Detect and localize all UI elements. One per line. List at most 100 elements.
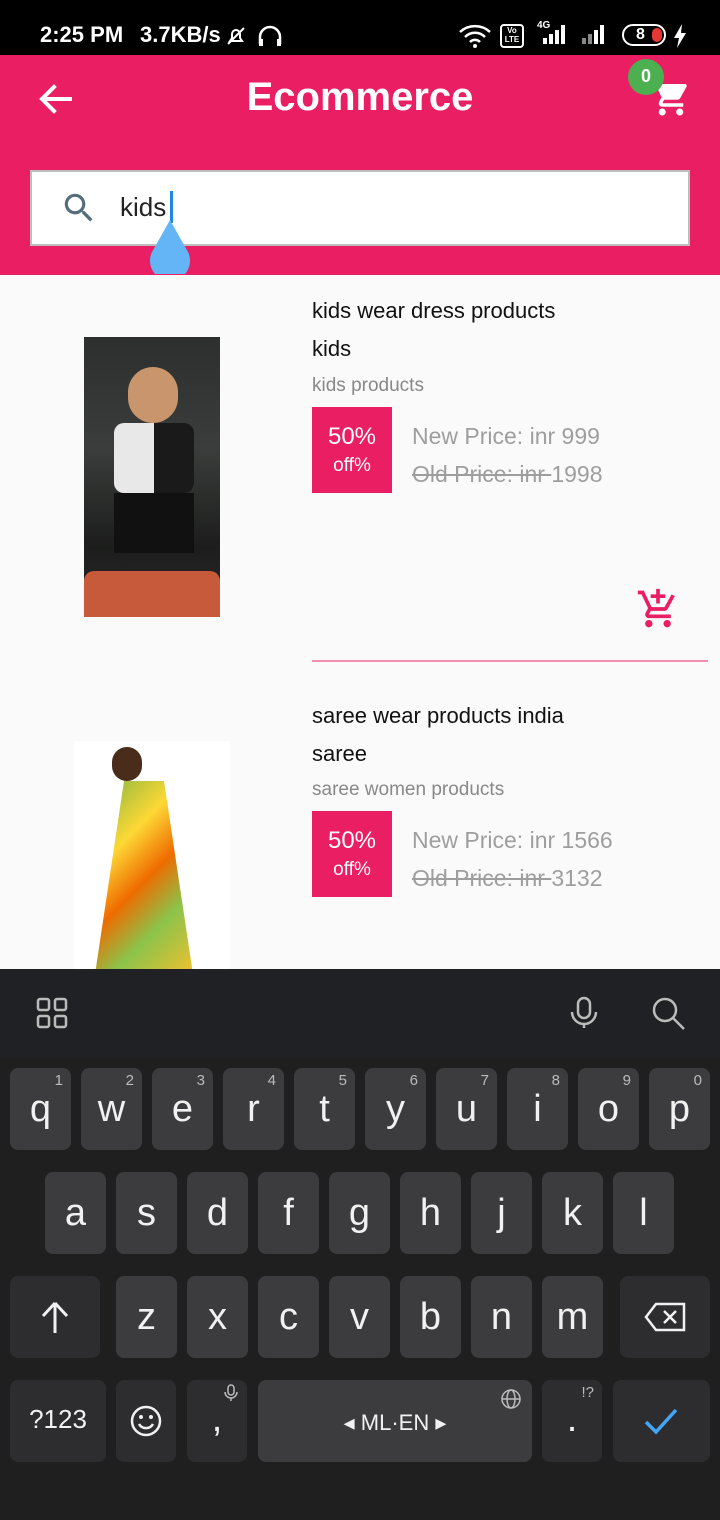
add-to-cart-icon[interactable] — [636, 587, 680, 631]
key-w[interactable]: 2w — [81, 1068, 142, 1150]
product-image — [84, 337, 220, 617]
status-net-speed: 3.7KB/s — [140, 22, 221, 47]
keyboard-toolbar — [0, 969, 720, 1057]
key-emoji[interactable] — [116, 1380, 176, 1462]
key-o[interactable]: 9o — [578, 1068, 639, 1150]
product-title: kids wear dress products — [312, 298, 556, 323]
key-t[interactable]: 5t — [294, 1068, 355, 1150]
key-number-hint: 0 — [693, 1072, 702, 1089]
key-label: o — [597, 1088, 620, 1130]
key-enter[interactable] — [613, 1380, 710, 1462]
key-m[interactable]: m — [542, 1276, 603, 1358]
key-number-hint: 8 — [551, 1072, 560, 1089]
key-j[interactable]: j — [471, 1172, 532, 1254]
key-e[interactable]: 3e — [152, 1068, 213, 1150]
new-price: New Price: inr 1566 — [412, 827, 613, 853]
key-y[interactable]: 6y — [365, 1068, 426, 1150]
status-bar: 2:25 PM 3.7KB/s Vo LTE 4G 8 — [0, 0, 720, 55]
old-price: Old Price: inr 1998 — [412, 461, 603, 488]
old-price-value: 3132 — [551, 865, 603, 891]
product-divider — [312, 660, 708, 662]
signal-icon — [582, 25, 604, 44]
key-label: q — [29, 1088, 52, 1130]
key-n[interactable]: n — [471, 1276, 532, 1358]
old-price-label: Old Price: inr — [412, 865, 552, 891]
key-symbols-label: ?123 — [29, 1404, 87, 1434]
key-b[interactable]: b — [400, 1276, 461, 1358]
mute-bell-icon — [227, 27, 245, 45]
backspace-icon — [644, 1302, 686, 1332]
search-input[interactable] — [120, 186, 640, 228]
key-label: p — [668, 1088, 691, 1130]
charging-bolt-icon — [674, 24, 686, 48]
key-comma[interactable]: , — [187, 1380, 247, 1462]
key-label: e — [171, 1088, 194, 1130]
apps-grid-icon[interactable] — [36, 997, 68, 1029]
product-category: saree — [312, 741, 368, 766]
key-space[interactable]: ◂ ML·EN ▸ — [258, 1380, 532, 1462]
key-g[interactable]: g — [329, 1172, 390, 1254]
search-icon[interactable] — [650, 995, 686, 1031]
key-i[interactable]: 8i — [507, 1068, 568, 1150]
key-number-hint: 1 — [54, 1072, 63, 1089]
key-space-label: ◂ ML·EN ▸ — [343, 1410, 447, 1435]
key-label: s — [137, 1192, 156, 1234]
key-label: t — [319, 1088, 330, 1130]
product-card[interactable]: kids wear dress products kids kids produ… — [0, 275, 720, 675]
key-label: u — [455, 1088, 478, 1130]
emoji-icon — [130, 1405, 162, 1437]
key-number-hint: 7 — [480, 1072, 489, 1089]
product-image — [74, 741, 230, 969]
key-period[interactable]: !? . — [542, 1380, 602, 1462]
key-s[interactable]: s — [116, 1172, 177, 1254]
key-k[interactable]: k — [542, 1172, 603, 1254]
key-p[interactable]: 0p — [649, 1068, 710, 1150]
soft-keyboard: ?123 , ◂ ML·EN ▸ !? . 1q2w3e4r5t6y7u8i9o… — [0, 969, 720, 1520]
key-v[interactable]: v — [329, 1276, 390, 1358]
search-bar[interactable] — [30, 170, 690, 246]
key-h[interactable]: h — [400, 1172, 461, 1254]
key-x[interactable]: x — [187, 1276, 248, 1358]
key-label: m — [556, 1296, 589, 1338]
key-label: r — [247, 1088, 260, 1130]
cart-button[interactable]: 0 — [628, 59, 698, 129]
key-number-hint: 5 — [338, 1072, 347, 1089]
volte-badge: Vo LTE — [500, 24, 524, 48]
key-comma-label: , — [211, 1398, 223, 1440]
key-label: v — [350, 1296, 369, 1338]
key-q[interactable]: 1q — [10, 1068, 71, 1150]
headphones-icon — [258, 25, 282, 46]
key-backspace[interactable] — [620, 1276, 710, 1358]
status-time: 2:25 PM — [40, 22, 124, 47]
globe-icon — [501, 1389, 521, 1409]
shift-arrow-icon — [41, 1301, 69, 1333]
key-label: g — [348, 1192, 371, 1234]
discount-suffix: off% — [333, 455, 371, 476]
product-subtitle: saree women products — [312, 779, 505, 800]
key-shift[interactable] — [10, 1276, 100, 1358]
new-price: New Price: inr 999 — [412, 423, 600, 449]
key-label: i — [533, 1088, 542, 1130]
key-period-label: . — [566, 1398, 578, 1440]
key-number-hint: 6 — [409, 1072, 418, 1089]
old-price: Old Price: inr 3132 — [412, 865, 603, 892]
key-l[interactable]: l — [613, 1172, 674, 1254]
battery-indicator: 8 — [622, 24, 666, 46]
key-number-hint: 4 — [267, 1072, 276, 1089]
key-z[interactable]: z — [116, 1276, 177, 1358]
key-label: y — [386, 1088, 405, 1130]
search-icon — [64, 193, 93, 222]
checkmark-icon — [644, 1408, 678, 1435]
key-a[interactable]: a — [45, 1172, 106, 1254]
key-f[interactable]: f — [258, 1172, 319, 1254]
key-r[interactable]: 4r — [223, 1068, 284, 1150]
key-label: k — [563, 1192, 582, 1234]
key-symbols[interactable]: ?123 — [10, 1380, 106, 1462]
key-u[interactable]: 7u — [436, 1068, 497, 1150]
text-selection-handle[interactable] — [148, 220, 192, 274]
key-d[interactable]: d — [187, 1172, 248, 1254]
key-c[interactable]: c — [258, 1276, 319, 1358]
key-label: a — [64, 1192, 87, 1234]
microphone-icon[interactable] — [566, 995, 602, 1031]
product-card[interactable]: saree wear products india saree saree wo… — [0, 680, 720, 969]
